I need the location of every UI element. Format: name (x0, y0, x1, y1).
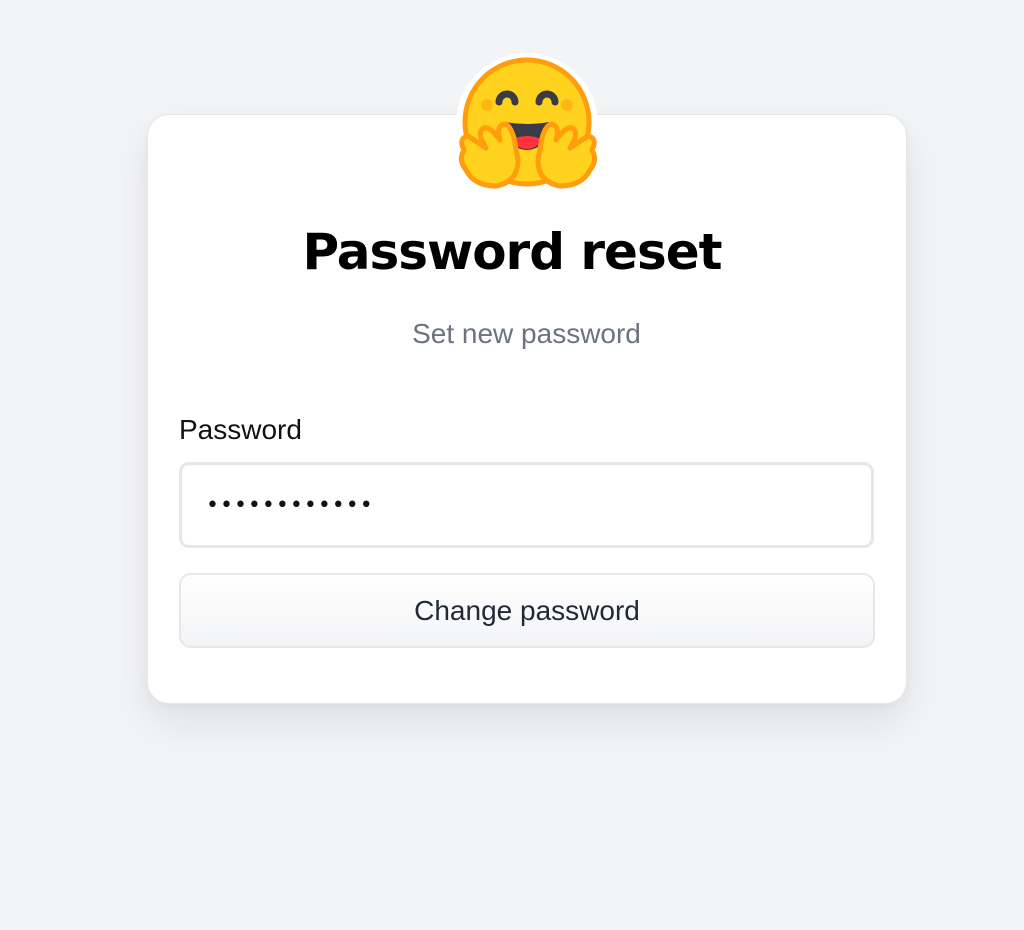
logo (456, 52, 600, 192)
password-reset-page: Password reset Set new password Password… (0, 0, 1024, 930)
hugging-face-emoji-icon (456, 53, 598, 192)
change-password-button[interactable]: Change password (179, 573, 875, 648)
password-field[interactable] (179, 462, 874, 548)
page-subtitle: Set new password (412, 318, 641, 349)
password-label: Password (179, 414, 302, 445)
page-title: Password reset (302, 223, 722, 281)
